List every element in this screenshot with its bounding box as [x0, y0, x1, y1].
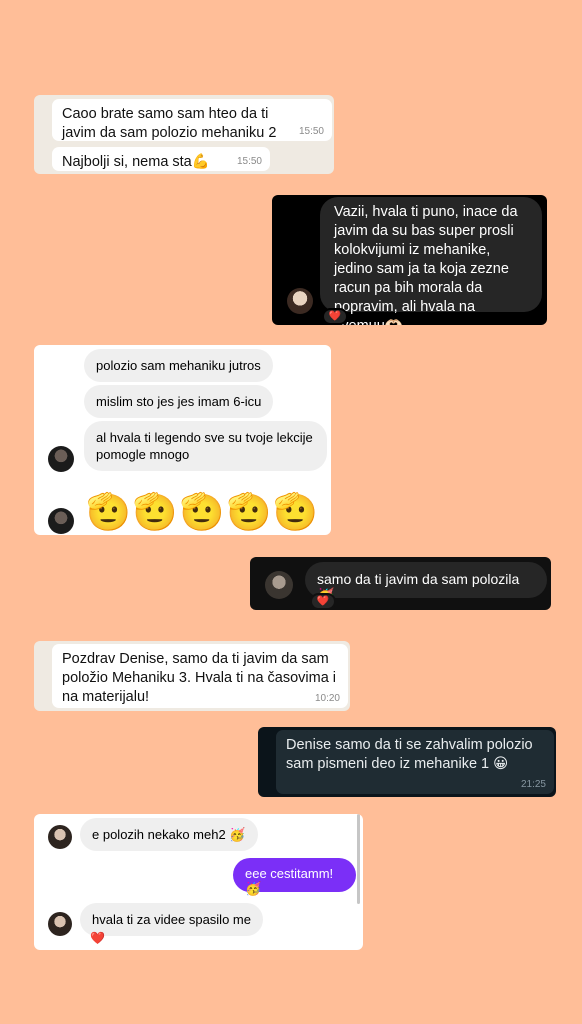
message-bubble[interactable]: Caoo brate samo sam hteo da ti javim da … [52, 99, 332, 141]
message-text: mislim sto jes jes imam 6-icu [96, 394, 262, 409]
message-bubble[interactable]: polozio sam mehaniku jutros [84, 349, 273, 382]
message-text: Denise samo da ti se zahvalim polozio sa… [286, 737, 533, 772]
message-time: 15:50 [298, 126, 324, 137]
message-text: eee cestitamm! 🥳 [245, 866, 334, 896]
message-text: Vazii, hvala ti puno, inace da javim da … [334, 204, 518, 325]
message-bubble[interactable]: Vazii, hvala ti puno, inace da javim da … [320, 197, 542, 325]
chat-screenshot-2: Vazii, hvala ti puno, inace da javim da … [272, 195, 547, 325]
message-text: al hvala ti legendo sve su tvoje lekcije… [96, 430, 313, 462]
avatar[interactable] [48, 825, 72, 849]
scrollbar[interactable] [357, 814, 360, 904]
sent-message-bubble[interactable]: eee cestitamm! 🥳 [233, 858, 356, 896]
message-time: 10:20 [314, 693, 340, 704]
chat-screenshot-5: Pozdrav Denise, samo da ti javim da sam … [34, 641, 350, 711]
salute-emoji-message[interactable]: 🫡🫡🫡🫡🫡 [86, 492, 320, 532]
message-time: 15:50 [236, 156, 262, 167]
message-bubble[interactable]: Denise samo da ti se zahvalim polozio sa… [276, 730, 554, 794]
message-bubble[interactable]: Najbolji si, nema sta💪 15:50 [52, 147, 270, 171]
message-text: Najbolji si, nema sta💪 [62, 154, 210, 170]
heart-reaction-icon[interactable]: ❤️ [310, 593, 336, 610]
message-text: e polozih nekako meh2 🥳 [92, 827, 246, 842]
message-text: Caoo brate samo sam hteo da ti javim da … [62, 106, 277, 141]
message-bubble[interactable]: Pozdrav Denise, samo da ti javim da sam … [52, 644, 348, 708]
message-text: polozio sam mehaniku jutros [96, 358, 261, 373]
avatar[interactable] [48, 508, 74, 534]
heart-reaction-icon[interactable]: ❤️ [322, 308, 348, 325]
chat-screenshot-7: e polozih nekako meh2 🥳 eee cestitamm! 🥳… [34, 814, 363, 950]
avatar[interactable] [287, 288, 313, 314]
message-text: Pozdrav Denise, samo da ti javim da sam … [62, 651, 337, 705]
heart-reaction-icon[interactable]: ❤️ [90, 931, 105, 945]
chat-screenshot-6: Denise samo da ti se zahvalim polozio sa… [258, 727, 556, 797]
chat-screenshot-1: Caoo brate samo sam hteo da ti javim da … [34, 95, 334, 174]
message-bubble[interactable]: al hvala ti legendo sve su tvoje lekcije… [84, 421, 327, 471]
avatar[interactable] [48, 446, 74, 472]
chat-screenshot-4: samo da ti javim da sam polozila 🥳 ❤️ [250, 557, 551, 610]
chat-screenshot-3: polozio sam mehaniku jutros mislim sto j… [34, 345, 331, 535]
message-bubble[interactable]: mislim sto jes jes imam 6-icu [84, 385, 274, 418]
message-time: 21:25 [520, 779, 546, 790]
avatar[interactable] [48, 912, 72, 936]
message-bubble[interactable]: e polozih nekako meh2 🥳 [80, 818, 258, 851]
message-bubble[interactable]: hvala ti za videe spasilo me [80, 903, 263, 936]
message-text: samo da ti javim da sam polozila 🥳 [317, 571, 520, 603]
message-text: hvala ti za videe spasilo me [92, 912, 251, 927]
avatar[interactable] [265, 571, 293, 599]
message-bubble[interactable]: samo da ti javim da sam polozila 🥳 [305, 562, 547, 603]
